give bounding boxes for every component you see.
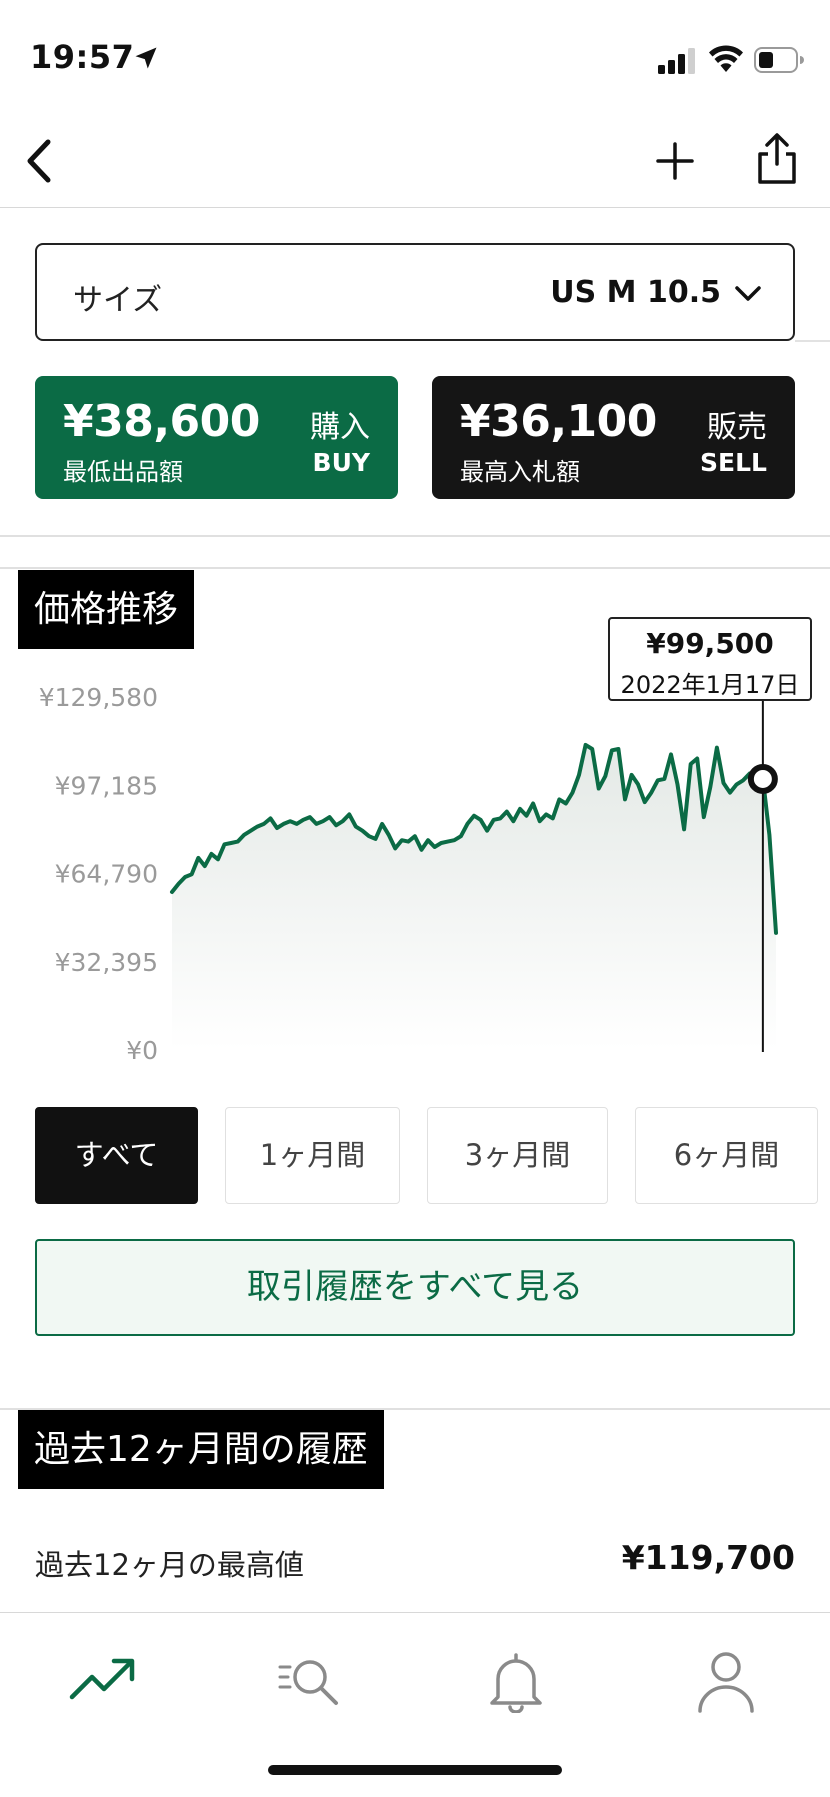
battery-icon — [754, 47, 804, 73]
home-indicator — [268, 1765, 562, 1775]
trend-icon[interactable] — [68, 1649, 140, 1713]
buy-button[interactable]: ¥38,600 最低出品額 購入 BUY — [35, 376, 398, 499]
bell-icon[interactable] — [480, 1649, 552, 1713]
status-bar: 19:57 — [0, 0, 830, 110]
y-axis-tick-label: ¥97,185 — [55, 771, 158, 800]
stat-label: 過去12ヶ月の最高値 — [35, 1548, 304, 1582]
lowest-ask-caption: 最低出品額 — [63, 458, 183, 486]
cellular-signal-icon — [658, 48, 695, 74]
lowest-ask-price: ¥38,600 — [63, 396, 260, 447]
buy-label-en: BUY — [312, 448, 370, 477]
tooltip-price: ¥99,500 — [646, 627, 774, 660]
sell-label-jp: 販売 — [707, 410, 767, 445]
sell-button[interactable]: ¥36,100 最高入札額 販売 SELL — [432, 376, 795, 499]
stat-row-12m-high: 過去12ヶ月の最高値 ¥119,700 — [35, 1528, 795, 1594]
y-axis-tick-label: ¥129,580 — [39, 683, 158, 712]
tab-bar — [0, 1612, 830, 1797]
tooltip-date: 2022年1月17日 — [620, 671, 800, 699]
y-axis-tick-label: ¥0 — [126, 1036, 158, 1065]
divider — [0, 567, 830, 569]
buy-label-jp: 購入 — [310, 410, 370, 445]
period-tab-all[interactable]: すべて — [35, 1107, 198, 1204]
search-icon[interactable] — [276, 1649, 348, 1713]
sell-label-en: SELL — [700, 448, 767, 477]
y-axis-tick-label: ¥64,790 — [55, 860, 158, 889]
period-tab-1-month[interactable]: 1ヶ月間 — [225, 1107, 400, 1204]
size-label: サイズ — [73, 283, 163, 318]
add-icon[interactable] — [652, 136, 698, 186]
history-12-months-heading: 過去12ヶ月間の履歴 — [18, 1410, 384, 1489]
price-tooltip: ¥99,500 2022年1月17日 — [608, 617, 812, 701]
divider — [795, 340, 830, 342]
highest-bid-price: ¥36,100 — [460, 396, 657, 447]
period-tab-6-months[interactable]: 6ヶ月間 — [635, 1107, 818, 1204]
stat-value: ¥119,700 — [621, 1538, 795, 1577]
selected-point[interactable] — [747, 763, 778, 794]
view-all-transactions-button[interactable]: 取引履歴をすべて見る — [35, 1239, 795, 1336]
price-area — [172, 744, 776, 1050]
wifi-icon — [709, 45, 743, 72]
user-icon[interactable] — [690, 1649, 762, 1713]
nav-bar — [0, 110, 830, 208]
status-time: 19:57 — [30, 38, 135, 76]
size-value: US M 10.5 — [550, 275, 721, 310]
period-tab-3-months[interactable]: 3ヶ月間 — [427, 1107, 608, 1204]
y-axis-tick-label: ¥32,395 — [55, 948, 158, 977]
chevron-down-icon — [735, 286, 761, 301]
highest-bid-caption: 最高入札額 — [460, 458, 580, 486]
divider — [0, 535, 830, 537]
location-arrow-icon — [135, 47, 157, 69]
back-chevron-icon[interactable] — [18, 136, 64, 186]
share-icon[interactable] — [754, 132, 800, 186]
size-selector[interactable]: サイズ US M 10.5 — [35, 243, 795, 341]
